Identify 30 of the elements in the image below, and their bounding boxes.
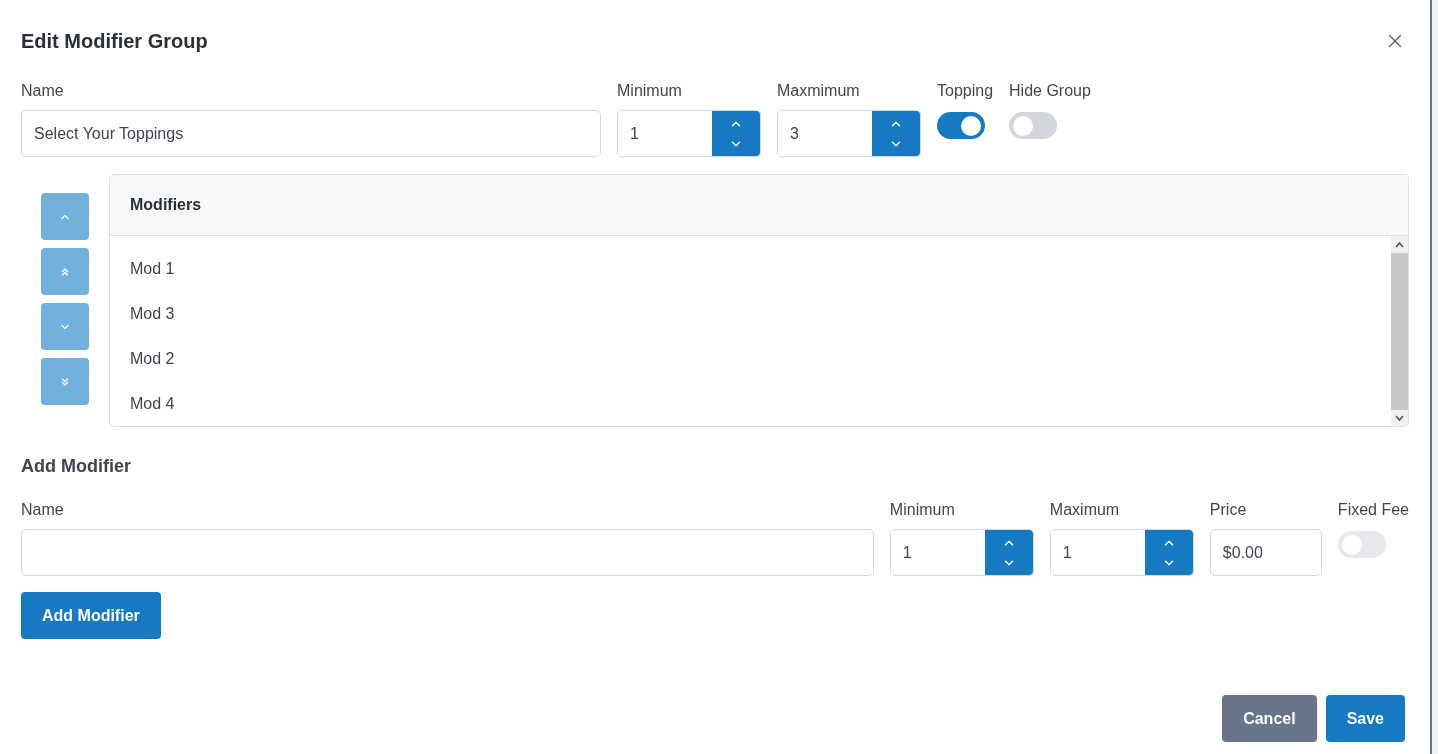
number-field[interactable]: 1 <box>889 529 1034 576</box>
dialog-button[interactable]: Save <box>1325 695 1405 742</box>
toggle-switch[interactable] <box>1009 112 1058 139</box>
dialog-button[interactable]: Cancel <box>1222 695 1317 742</box>
field-label: Name <box>21 500 65 520</box>
field-label: Fixed Fee <box>1337 500 1409 520</box>
field-label: Minimum <box>889 500 956 520</box>
modifier-item[interactable]: Mod 2 <box>130 348 1371 370</box>
field-label: Maximum <box>1049 500 1121 520</box>
price-input[interactable]: $0.00 <box>1209 529 1322 576</box>
field-label: Hide Group <box>1009 81 1091 101</box>
double-chevron-down-icon <box>59 375 71 388</box>
panel-header: Modifiers <box>130 195 202 215</box>
field-label: Name <box>21 81 65 101</box>
modifier-item[interactable]: Mod 3 <box>130 303 1371 325</box>
name-input[interactable]: Select Your Toppings <box>21 110 601 157</box>
modifier-item[interactable]: Mod 1 <box>130 258 1371 280</box>
number-field[interactable]: 3 <box>777 110 921 157</box>
dialog-title: Edit Modifier Group <box>21 29 208 54</box>
modifier-item[interactable]: Mod 4 <box>130 393 1371 415</box>
section-title: Add Modifier <box>21 455 132 478</box>
field-label: Price <box>1209 500 1248 520</box>
toggle-switch[interactable] <box>937 112 985 139</box>
number-field[interactable]: 1 <box>1049 529 1194 576</box>
number-field[interactable]: 1 <box>617 110 761 157</box>
field-label: Minimum <box>617 81 683 101</box>
add-modifier-button[interactable]: Add Modifier <box>21 592 161 639</box>
name-input[interactable] <box>21 529 874 576</box>
field-label: Topping <box>937 81 994 101</box>
field-label: Maxmimum <box>777 81 861 101</box>
